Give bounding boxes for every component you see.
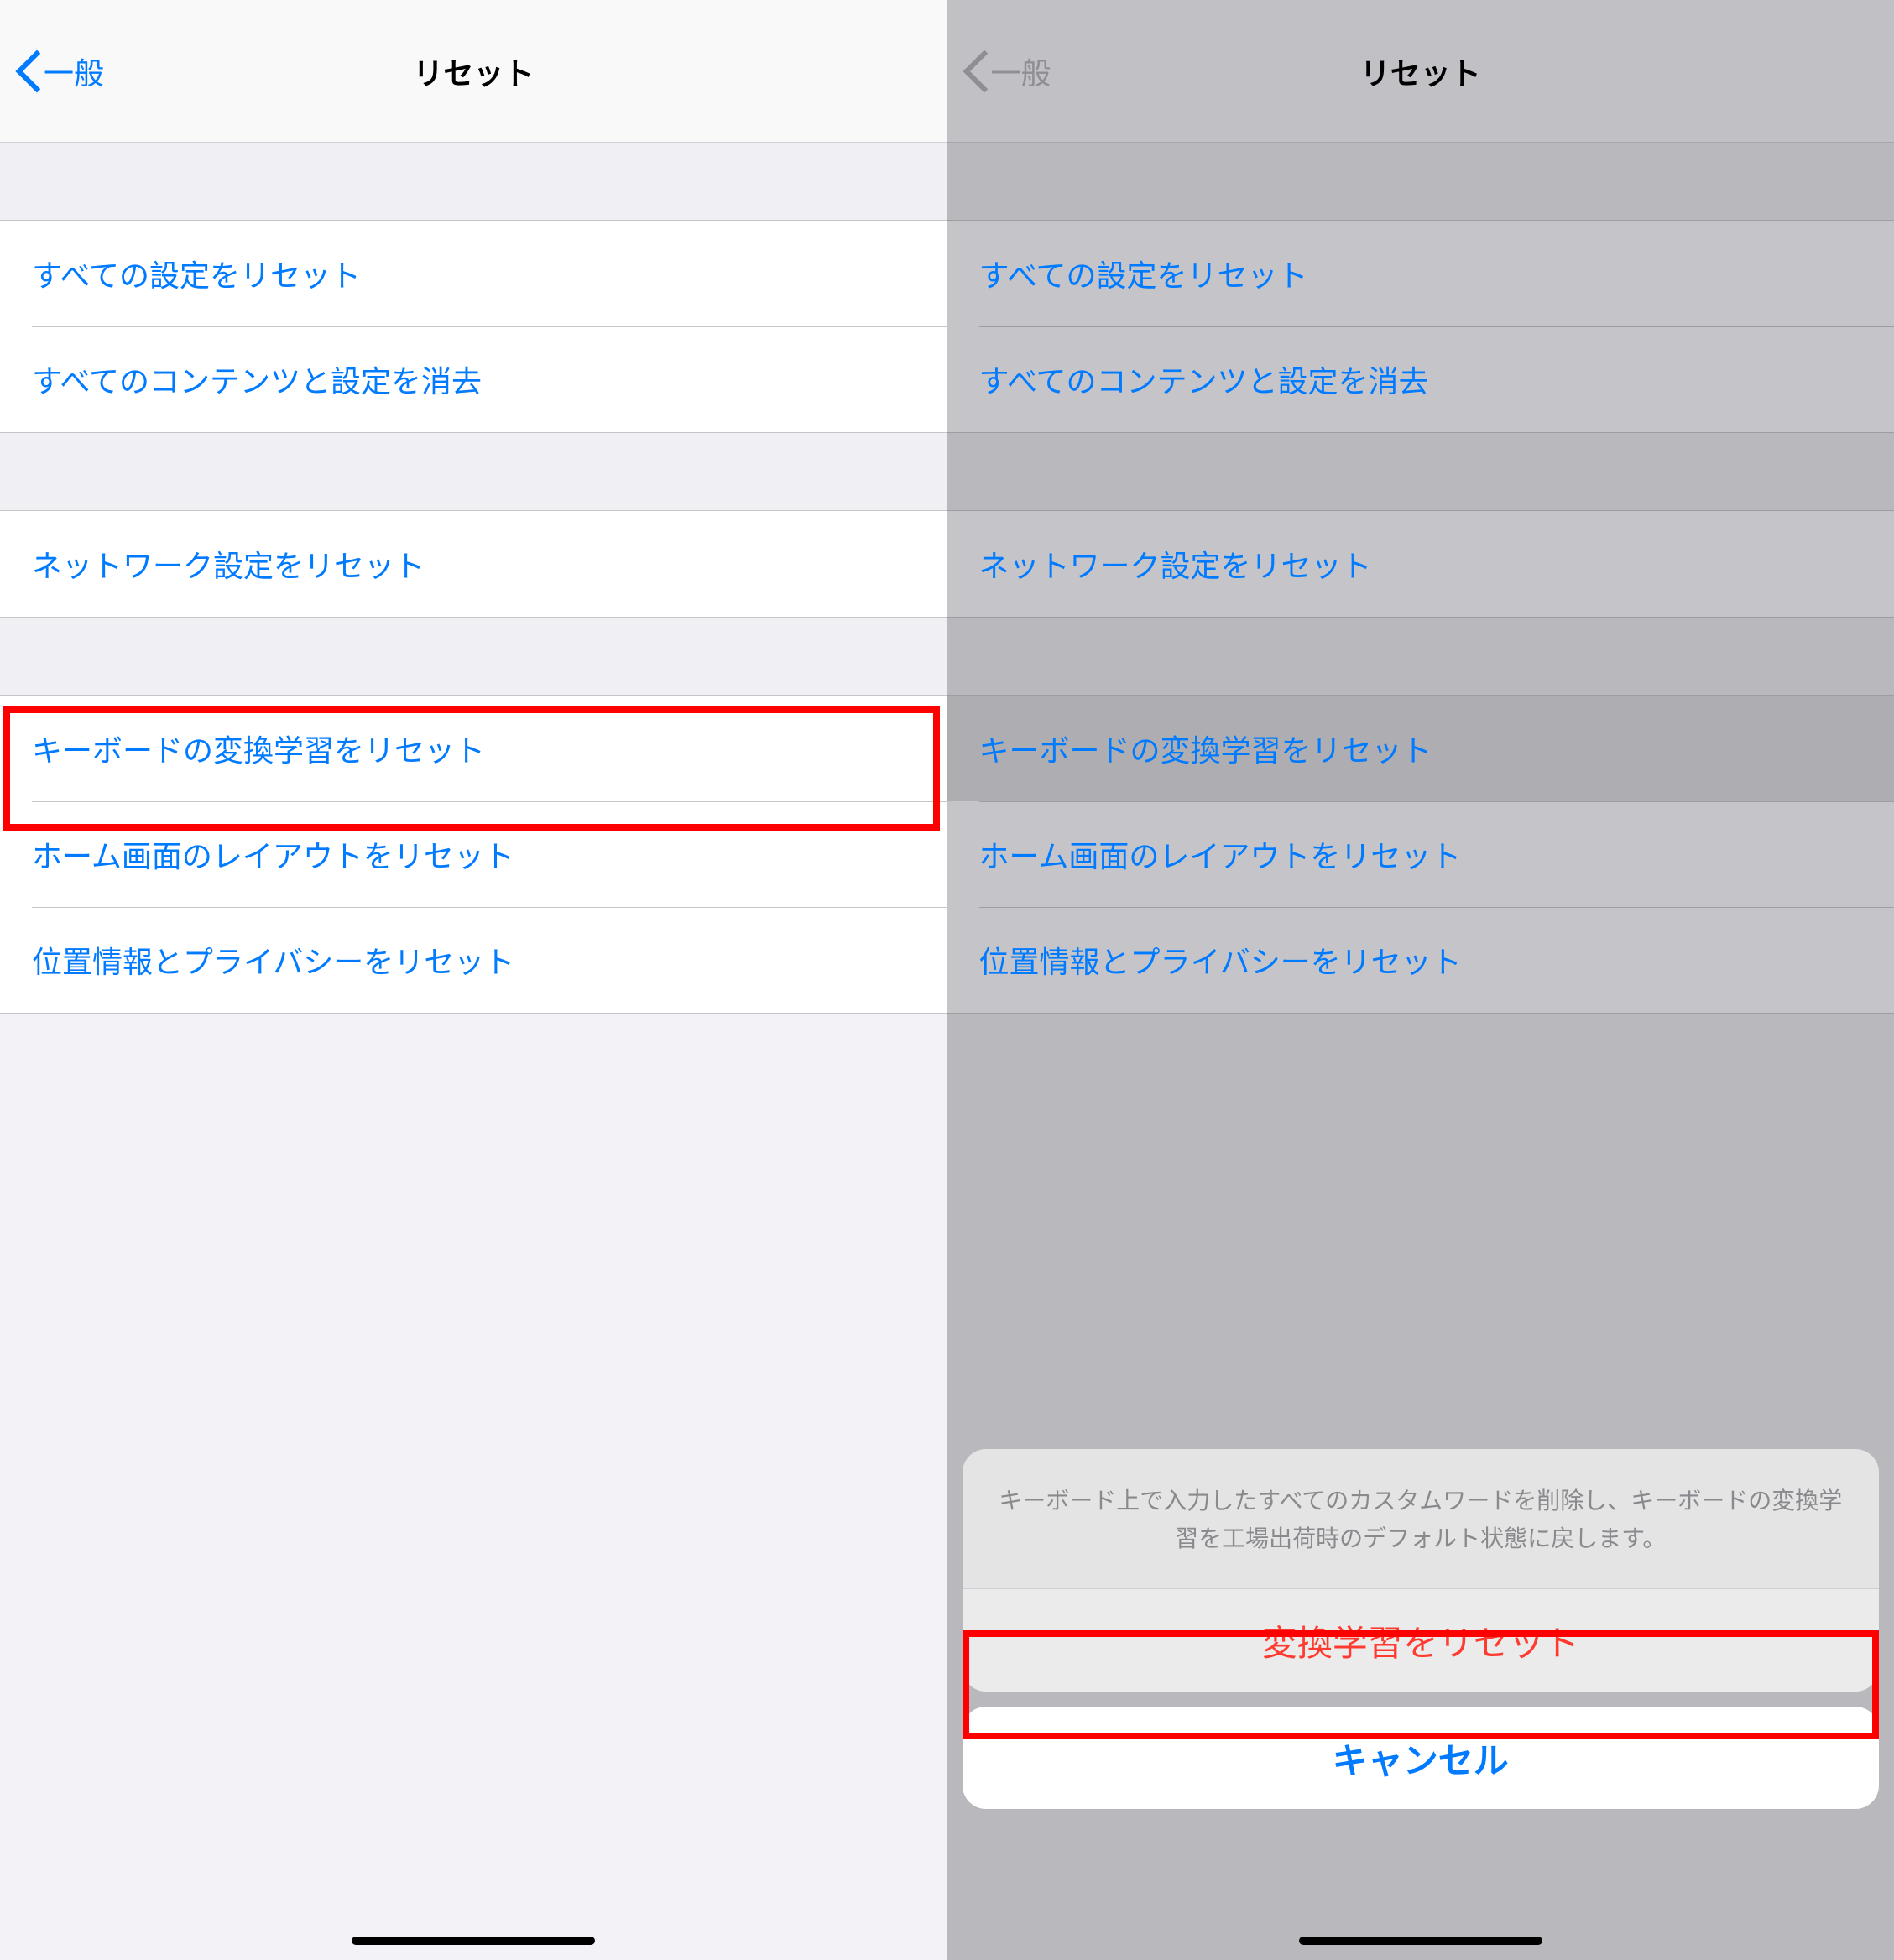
chevron-left-icon xyxy=(15,51,39,91)
sheet-message: キーボード上で入力したすべてのカスタムワードを削除し、キーボードの変換学習を工場… xyxy=(963,1449,1880,1589)
spacer xyxy=(0,433,947,510)
reset-home-layout[interactable]: ホーム画面のレイアウトをリセット xyxy=(0,801,947,907)
group-2: ネットワーク設定をリセット xyxy=(947,510,1894,618)
reset-keyboard-dictionary: キーボードの変換学習をリセット xyxy=(947,696,1894,801)
group-3: キーボードの変換学習をリセット ホーム画面のレイアウトをリセット 位置情報とプラ… xyxy=(947,695,1894,1014)
spacer xyxy=(947,143,1894,220)
navbar: 一般 リセット xyxy=(0,0,947,143)
row-label: ネットワーク設定をリセット xyxy=(979,542,1372,586)
row-label: ネットワーク設定をリセット xyxy=(32,542,425,586)
reset-all-settings[interactable]: すべての設定をリセット xyxy=(0,221,947,326)
reset-network: ネットワーク設定をリセット xyxy=(947,511,1894,617)
spacer xyxy=(947,618,1894,695)
row-label: すべてのコンテンツと設定を消去 xyxy=(32,357,482,401)
screen-left: 一般 リセット すべての設定をリセット すべてのコンテンツと設定を消去 ネットワ… xyxy=(0,0,947,1960)
sheet-group: キーボード上で入力したすべてのカスタムワードを削除し、キーボードの変換学習を工場… xyxy=(963,1449,1880,1692)
spacer xyxy=(947,433,1894,510)
chevron-left-icon xyxy=(963,51,986,91)
row-label: 位置情報とプライバシーをリセット xyxy=(979,938,1462,982)
action-sheet: キーボード上で入力したすべてのカスタムワードを削除し、キーボードの変換学習を工場… xyxy=(963,1449,1880,1809)
spacer xyxy=(0,143,947,220)
content: すべての設定をリセット すべてのコンテンツと設定を消去 ネットワーク設定をリセッ… xyxy=(0,143,947,1014)
erase-all-content: すべてのコンテンツと設定を消去 xyxy=(947,326,1894,432)
spacer xyxy=(0,618,947,695)
group-1: すべての設定をリセット すべてのコンテンツと設定を消去 xyxy=(947,220,1894,433)
sheet-destructive-action[interactable]: 変換学習をリセット xyxy=(963,1589,1880,1692)
reset-location-privacy[interactable]: 位置情報とプライバシーをリセット xyxy=(0,907,947,1013)
action-label: 変換学習をリセット xyxy=(1262,1615,1579,1666)
page-title: リセット xyxy=(947,50,1894,93)
row-label: キーボードの変換学習をリセット xyxy=(979,727,1432,770)
group-1: すべての設定をリセット すべてのコンテンツと設定を消去 xyxy=(0,220,947,433)
reset-location-privacy: 位置情報とプライバシーをリセット xyxy=(947,907,1894,1013)
cancel-label: キャンセル xyxy=(1333,1733,1509,1784)
navbar: 一般 リセット xyxy=(947,0,1894,143)
row-label: 位置情報とプライバシーをリセット xyxy=(32,938,514,982)
reset-home-layout: ホーム画面のレイアウトをリセット xyxy=(947,801,1894,907)
back-button[interactable]: 一般 xyxy=(0,50,104,93)
screen-right: 一般 リセット すべての設定をリセット すべてのコンテンツと設定を消去 ネットワ… xyxy=(947,0,1894,1960)
row-label: すべてのコンテンツと設定を消去 xyxy=(979,357,1429,401)
group-3: キーボードの変換学習をリセット ホーム画面のレイアウトをリセット 位置情報とプラ… xyxy=(0,695,947,1014)
reset-keyboard-dictionary[interactable]: キーボードの変換学習をリセット xyxy=(0,696,947,801)
reset-network[interactable]: ネットワーク設定をリセット xyxy=(0,511,947,617)
group-2: ネットワーク設定をリセット xyxy=(0,510,947,618)
row-label: ホーム画面のレイアウトをリセット xyxy=(979,832,1462,876)
row-label: キーボードの変換学習をリセット xyxy=(32,727,485,770)
content: すべての設定をリセット すべてのコンテンツと設定を消去 ネットワーク設定をリセッ… xyxy=(947,143,1894,1014)
reset-all-settings: すべての設定をリセット xyxy=(947,221,1894,326)
home-indicator[interactable] xyxy=(1299,1937,1542,1945)
row-label: すべての設定をリセット xyxy=(32,252,361,295)
back-button: 一般 xyxy=(947,50,1051,93)
sheet-cancel-button[interactable]: キャンセル xyxy=(963,1707,1880,1809)
row-label: ホーム画面のレイアウトをリセット xyxy=(32,832,514,876)
erase-all-content[interactable]: すべてのコンテンツと設定を消去 xyxy=(0,326,947,432)
row-label: すべての設定をリセット xyxy=(979,252,1308,295)
home-indicator[interactable] xyxy=(352,1937,595,1945)
page-title: リセット xyxy=(0,50,947,93)
